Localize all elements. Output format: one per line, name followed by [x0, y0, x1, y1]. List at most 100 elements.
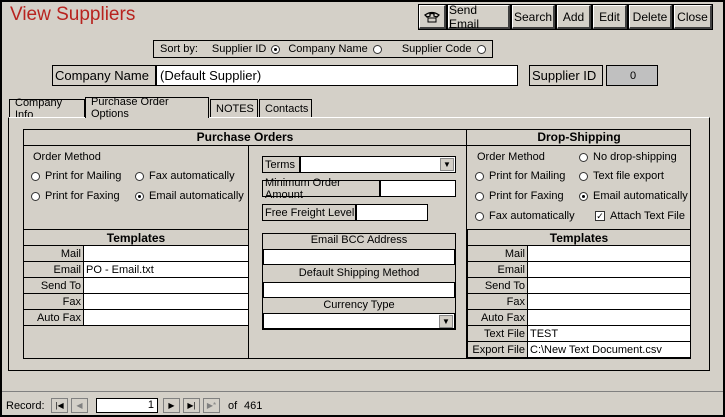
template-field[interactable] [527, 293, 691, 310]
tab-company-info[interactable]: Company Info [9, 97, 85, 121]
sort-by-group: Sort by: Supplier ID Company Name Suppli… [153, 40, 493, 58]
phone-button[interactable] [418, 4, 447, 30]
company-name-label: Company Name [52, 65, 156, 86]
po-print-mailing-label: Print for Mailing [45, 170, 122, 182]
tab-notes[interactable]: NOTES [210, 99, 258, 117]
ds-no-drop-label: No drop-shipping [593, 151, 677, 163]
template-label: Auto Fax [23, 309, 84, 326]
template-label: Fax [467, 293, 528, 310]
last-record-button[interactable]: ▶| [183, 398, 200, 413]
supplier-id-value: 0 [606, 65, 658, 86]
template-field[interactable]: C:\New Text Document.csv [527, 341, 691, 358]
table-row: Mail [467, 245, 691, 262]
ds-order-method-label: Order Method [477, 151, 545, 163]
email-bcc-field[interactable] [263, 249, 455, 265]
po-print-faxing-radio[interactable] [31, 191, 40, 201]
po-print-faxing-option[interactable]: Print for Faxing [31, 190, 120, 202]
table-row: Send To [23, 277, 249, 294]
divider [23, 145, 691, 146]
template-field[interactable] [83, 293, 249, 310]
terms-label: Terms [262, 156, 300, 173]
close-button[interactable]: Close [673, 4, 713, 30]
table-row: Export File C:\New Text Document.csv [467, 341, 691, 358]
po-fax-auto-radio[interactable] [135, 171, 144, 181]
sort-company-name-radio[interactable] [372, 44, 382, 54]
ds-print-mailing-radio[interactable] [475, 171, 484, 181]
ds-no-drop-option[interactable]: No drop-shipping [579, 151, 677, 163]
next-record-button[interactable]: ▶ [163, 398, 180, 413]
table-row: Fax [23, 293, 249, 310]
po-print-faxing-label: Print for Faxing [45, 190, 120, 202]
currency-select[interactable]: ▼ [263, 313, 455, 329]
prev-record-button[interactable]: ◀ [71, 398, 88, 413]
table-row: Send To [467, 277, 691, 294]
ds-text-export-radio[interactable] [579, 171, 588, 181]
ds-print-mailing-option[interactable]: Print for Mailing [475, 170, 565, 182]
first-record-button[interactable]: |◀ [51, 398, 68, 413]
ds-email-auto-option[interactable]: Email automatically [579, 190, 688, 202]
template-label: Send To [467, 277, 528, 294]
template-field[interactable] [83, 309, 249, 326]
send-email-button[interactable]: Send Email [447, 3, 511, 31]
ds-print-faxing-radio[interactable] [475, 191, 484, 201]
po-email-auto-radio[interactable] [135, 191, 144, 201]
ds-templates-table: Templates Mail Email Send To Fax Auto Fa… [467, 229, 691, 358]
sort-supplier-code-label: Supplier Code [401, 43, 472, 55]
po-order-method-label: Order Method [33, 151, 101, 163]
ds-no-drop-radio[interactable] [579, 152, 588, 162]
template-field[interactable] [527, 261, 691, 278]
template-field[interactable] [527, 245, 691, 262]
chevron-down-icon[interactable]: ▼ [439, 315, 453, 328]
purchase-orders-heading: Purchase Orders [196, 130, 294, 144]
ds-text-export-option[interactable]: Text file export [579, 170, 664, 182]
table-row: Auto Fax [467, 309, 691, 326]
table-row: Fax [467, 293, 691, 310]
attach-text-label: Attach Text File [610, 210, 685, 222]
template-label: Send To [23, 277, 84, 294]
record-number-field[interactable]: 1 [96, 398, 158, 413]
template-field[interactable]: TEST [527, 325, 691, 342]
free-freight-field[interactable] [356, 204, 428, 221]
template-field[interactable] [83, 245, 249, 262]
tab-contacts[interactable]: Contacts [259, 99, 312, 117]
template-field[interactable] [83, 277, 249, 294]
edit-button[interactable]: Edit [592, 4, 628, 30]
template-field[interactable] [527, 309, 691, 326]
chevron-down-icon[interactable]: ▼ [440, 158, 454, 171]
attach-text-checkbox[interactable]: ✓ [595, 211, 605, 221]
default-shipping-field[interactable] [263, 282, 455, 298]
table-row: Mail [23, 245, 249, 262]
min-order-label: Minimum Order Amount [262, 177, 380, 201]
template-field[interactable]: PO - Email.txt [83, 261, 249, 278]
currency-label: Currency Type [323, 299, 395, 311]
ds-fax-auto-radio[interactable] [475, 211, 484, 221]
table-row: Auto Fax [23, 309, 249, 326]
search-button[interactable]: Search [511, 4, 556, 30]
template-label: Email [467, 261, 528, 278]
company-name-field[interactable]: (Default Supplier) [156, 65, 518, 86]
po-fax-auto-option[interactable]: Fax automatically [135, 170, 235, 182]
new-record-button[interactable]: ▶* [203, 398, 220, 413]
po-print-mailing-radio[interactable] [31, 171, 40, 181]
ds-templates-heading: Templates [467, 229, 691, 246]
table-row: Text File TEST [467, 325, 691, 342]
min-order-field[interactable] [380, 180, 456, 197]
record-label: Record: [6, 400, 45, 412]
table-row: Email PO - Email.txt [23, 261, 249, 278]
ds-print-faxing-option[interactable]: Print for Faxing [475, 190, 564, 202]
template-field[interactable] [527, 277, 691, 294]
sort-supplier-code-radio[interactable] [476, 44, 486, 54]
po-print-mailing-option[interactable]: Print for Mailing [31, 170, 121, 182]
tab-purchase-order-options[interactable]: Purchase Order Options [85, 96, 209, 120]
po-email-auto-option[interactable]: Email automatically [135, 190, 244, 202]
sort-supplier-id-label: Supplier ID [211, 43, 267, 55]
ds-email-auto-radio[interactable] [579, 191, 588, 201]
add-button[interactable]: Add [556, 4, 592, 30]
delete-button[interactable]: Delete [628, 4, 673, 30]
sort-supplier-id-radio[interactable] [271, 44, 281, 54]
attach-text-option[interactable]: ✓ Attach Text File [595, 210, 685, 222]
ds-fax-auto-option[interactable]: Fax automatically [475, 210, 575, 222]
sort-by-label: Sort by: [160, 43, 198, 55]
terms-select[interactable]: ▼ [300, 156, 456, 173]
po-templates-heading: Templates [23, 229, 249, 246]
